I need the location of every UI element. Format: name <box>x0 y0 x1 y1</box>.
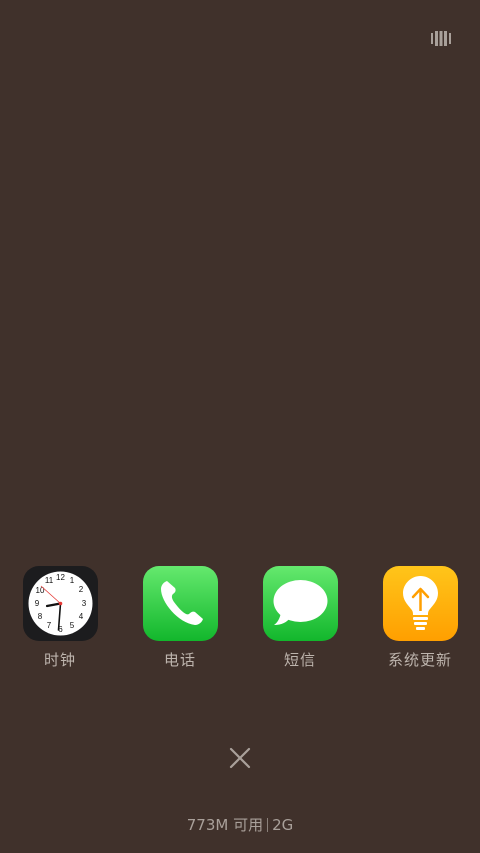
app-label-phone: 电话 <box>163 651 196 669</box>
clock-icon: 12 1 2 3 4 5 6 7 8 9 10 11 <box>23 566 98 641</box>
svg-text:9: 9 <box>35 599 40 608</box>
app-phone[interactable]: 电话 <box>125 566 235 676</box>
app-label-messages: 短信 <box>283 651 316 669</box>
phone-icon <box>143 566 218 641</box>
svg-text:7: 7 <box>47 621 52 630</box>
memory-status: 773M 可用 2G <box>0 815 480 835</box>
svg-text:11: 11 <box>45 576 54 585</box>
app-messages[interactable]: 短信 <box>245 566 355 676</box>
svg-text:2: 2 <box>79 585 84 594</box>
system-update-icon <box>383 566 458 641</box>
svg-text:1: 1 <box>70 576 75 585</box>
svg-text:4: 4 <box>79 612 84 621</box>
svg-text:12: 12 <box>56 573 65 582</box>
svg-text:3: 3 <box>82 599 87 608</box>
app-label-system-update: 系统更新 <box>387 651 452 669</box>
messages-icon <box>263 566 338 641</box>
svg-text:8: 8 <box>38 612 43 621</box>
app-system-update[interactable]: 系统更新 <box>365 566 475 676</box>
svg-text:10: 10 <box>36 586 45 595</box>
app-label-clock: 时钟 <box>43 651 76 669</box>
memory-divider <box>267 818 269 832</box>
svg-text:5: 5 <box>70 621 75 630</box>
memory-total-text: 2G <box>272 816 294 834</box>
app-clock[interactable]: 12 1 2 3 4 5 6 7 8 9 10 11 时钟 <box>5 566 115 676</box>
recent-apps-row: 12 1 2 3 4 5 6 7 8 9 10 11 时钟 电话 短信 系统更新 <box>0 566 480 676</box>
close-button[interactable] <box>226 744 254 772</box>
memory-free-text: 773M 可用 <box>186 816 264 834</box>
card-view-icon[interactable] <box>431 31 451 46</box>
close-icon <box>229 747 251 769</box>
